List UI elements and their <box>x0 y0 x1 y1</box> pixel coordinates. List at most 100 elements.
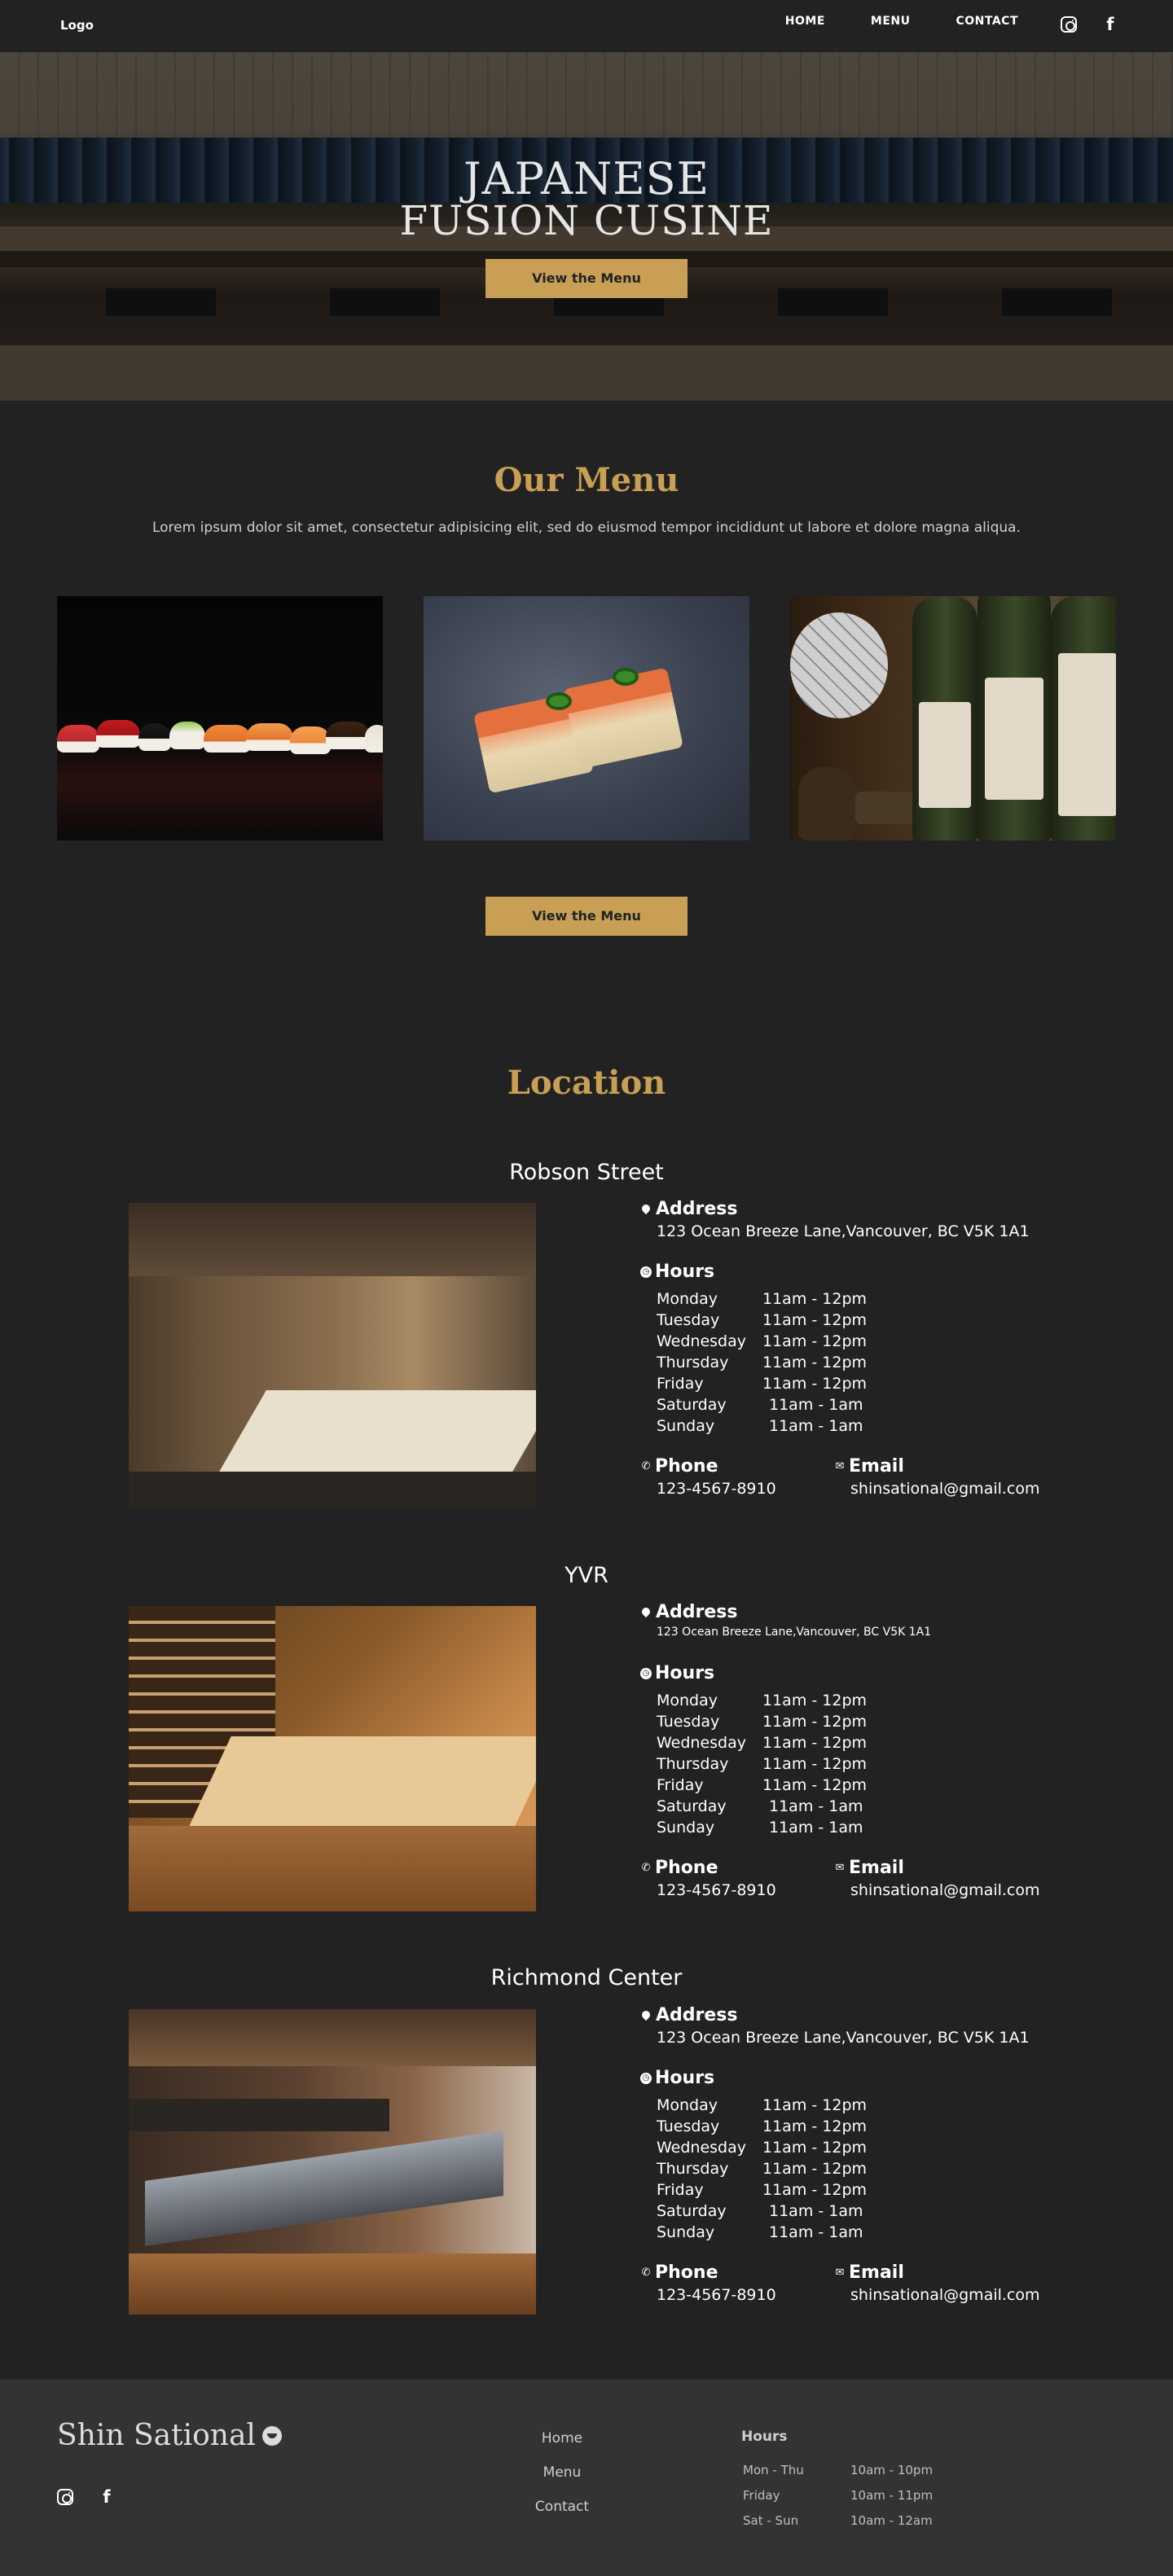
footer-hours-row: Friday 10am - 11pm <box>743 2483 933 2507</box>
hours-row: Friday 11am - 12pm <box>657 2179 867 2201</box>
hours-time: 11am - 1am <box>769 2223 863 2241</box>
email-address[interactable]: shinsational@gmail.com <box>850 1480 1040 1498</box>
footer-link-home[interactable]: Home <box>489 2430 635 2447</box>
hours-day: Saturday <box>657 1396 727 1414</box>
email-address[interactable]: shinsational@gmail.com <box>850 2286 1040 2304</box>
hours-time: 11am - 1am <box>769 1417 863 1435</box>
hours-day: Saturday <box>657 2202 727 2220</box>
hours-label: Hours <box>655 1262 715 1282</box>
footer-link-contact[interactable]: Contact <box>489 2499 635 2515</box>
phone-label: Phone <box>655 2262 718 2283</box>
hours-heading: ◷ Hours <box>640 2068 1129 2088</box>
footer-link-menu[interactable]: Menu <box>489 2464 635 2481</box>
phone-number[interactable]: 123-4567-8910 <box>657 1881 834 1899</box>
hours-row: Wednesday 11am - 12pm <box>657 1331 867 1352</box>
facebook-icon[interactable]: f <box>101 2489 112 2506</box>
mail-icon: ✉ <box>835 1459 845 1472</box>
footer-hours-day: Sat - Sun <box>743 2512 799 2528</box>
phone-number[interactable]: 123-4567-8910 <box>657 2286 834 2304</box>
nav-links: HOME MENU CONTACT <box>740 15 1018 28</box>
hours-row: Sunday 11am - 1am <box>657 1817 867 1838</box>
brand-name: Shin Sational <box>57 2419 256 2452</box>
hours-table: Monday 11am - 12pm Tuesday 11am - 12pm Wed… <box>657 1288 867 1437</box>
hours-day: Tuesday <box>657 1311 720 1329</box>
hours-day: Tuesday <box>657 1713 720 1731</box>
hours-day: Sunday <box>657 1819 715 1837</box>
hours-day: Friday <box>657 1375 704 1393</box>
phone-heading: ✆ Phone <box>640 1456 834 1477</box>
nav-link-home[interactable]: HOME <box>785 15 825 28</box>
hours-row: Thursday 11am - 12pm <box>657 2158 867 2179</box>
clock-icon: ◷ <box>640 1266 652 1278</box>
hours-day: Thursday <box>657 1755 729 1773</box>
hours-time: 11am - 12pm <box>762 1776 868 1794</box>
hours-time: 11am - 12pm <box>762 1713 868 1731</box>
hours-time: 11am - 12pm <box>762 1290 868 1308</box>
menu-view-menu-button[interactable]: View the Menu <box>485 897 688 936</box>
hours-row: Tuesday 11am - 12pm <box>657 1711 867 1732</box>
hours-day: Wednesday <box>657 1332 747 1350</box>
phone-number[interactable]: 123-4567-8910 <box>657 1480 834 1498</box>
email-address[interactable]: shinsational@gmail.com <box>850 1881 1040 1899</box>
nigiri-piece <box>326 722 370 749</box>
phone-label: Phone <box>655 1858 718 1878</box>
hours-time: 11am - 1am <box>769 1797 863 1815</box>
menu-section-title: Our Menu <box>494 461 679 499</box>
hero-view-menu-button[interactable]: View the Menu <box>485 259 688 298</box>
hours-time: 11am - 12pm <box>762 1332 868 1350</box>
sake-bottle <box>978 596 1051 840</box>
clock-icon: ◷ <box>640 2072 652 2084</box>
phone-icon: ✆ <box>641 1459 651 1472</box>
bowl-icon <box>261 2425 282 2446</box>
branch-name: YVR <box>565 1563 608 1588</box>
hours-time: 11am - 12pm <box>762 2181 868 2199</box>
nigiri-piece <box>204 725 251 753</box>
footer-hours-title: Hours <box>741 2429 788 2445</box>
location-section-title: Location <box>507 1064 666 1102</box>
photo-counter <box>189 1736 536 1826</box>
footer-links: Home Menu Contact <box>489 2430 635 2533</box>
footer-brand[interactable]: Shin Sational <box>57 2419 282 2452</box>
address-text: 123 Ocean Breeze Lane,Vancouver, BC V5K … <box>657 1222 1030 1240</box>
hours-row: Monday 11am - 12pm <box>657 1690 867 1711</box>
photo-ceiling <box>129 2009 536 2066</box>
address-heading: Address <box>639 1602 1129 1622</box>
nigiri-piece <box>290 726 331 754</box>
hours-day: Wednesday <box>657 1734 747 1752</box>
hours-time: 11am - 12pm <box>762 1354 868 1371</box>
email-block: ✉ Email shinsational@gmail.com <box>834 1456 1040 1498</box>
instagram-icon[interactable] <box>1061 16 1077 33</box>
branch-info-yvr: Address 123 Ocean Breeze Lane,Vancouver,… <box>639 1602 1129 1899</box>
hours-time: 11am - 12pm <box>762 1734 868 1752</box>
footer-hours-time: 10am - 11pm <box>850 2487 934 2503</box>
hours-time: 11am - 12pm <box>762 1375 868 1393</box>
hours-row: Wednesday 11am - 12pm <box>657 2137 867 2158</box>
hours-day: Sunday <box>657 2223 715 2241</box>
hours-heading: ◷ Hours <box>640 1262 1129 1282</box>
facebook-icon[interactable]: f <box>1105 16 1116 33</box>
email-label: Email <box>849 1456 904 1477</box>
address-label: Address <box>656 1602 738 1622</box>
instagram-icon[interactable] <box>57 2489 73 2505</box>
bottle-label <box>1058 653 1116 816</box>
contact-row: ✆ Phone 123-4567-8910 ✉ Email shinsational… <box>640 2262 1129 2304</box>
email-block: ✉ Email shinsational@gmail.com <box>834 1858 1040 1899</box>
footer: Shin Sational f Home Menu Contact Hours … <box>0 2380 1173 2576</box>
hours-row: Thursday 11am - 12pm <box>657 1352 867 1373</box>
hours-day: Friday <box>657 2181 704 2199</box>
address-label: Address <box>656 1199 738 1219</box>
hours-row: Friday 11am - 12pm <box>657 1775 867 1796</box>
hours-time: 11am - 12pm <box>762 2160 868 2178</box>
nav-link-contact[interactable]: CONTACT <box>956 15 1018 28</box>
email-label: Email <box>849 1858 904 1878</box>
address-text: 123 Ocean Breeze Lane,Vancouver, BC V5K … <box>657 1626 932 1639</box>
hours-time: 11am - 1am <box>769 1819 863 1837</box>
branch-photo-richmond <box>129 2009 536 2315</box>
sake-bottle <box>912 596 978 840</box>
address-text: 123 Ocean Breeze Lane,Vancouver, BC V5K … <box>657 2029 1030 2047</box>
email-heading: ✉ Email <box>834 1858 1028 1878</box>
branch-info-robson: Address 123 Ocean Breeze Lane,Vancouver,… <box>639 1199 1129 1498</box>
nav-link-menu[interactable]: MENU <box>871 15 911 28</box>
logo[interactable]: Logo <box>60 18 94 33</box>
hours-row: Sunday 11am - 1am <box>657 2222 867 2243</box>
